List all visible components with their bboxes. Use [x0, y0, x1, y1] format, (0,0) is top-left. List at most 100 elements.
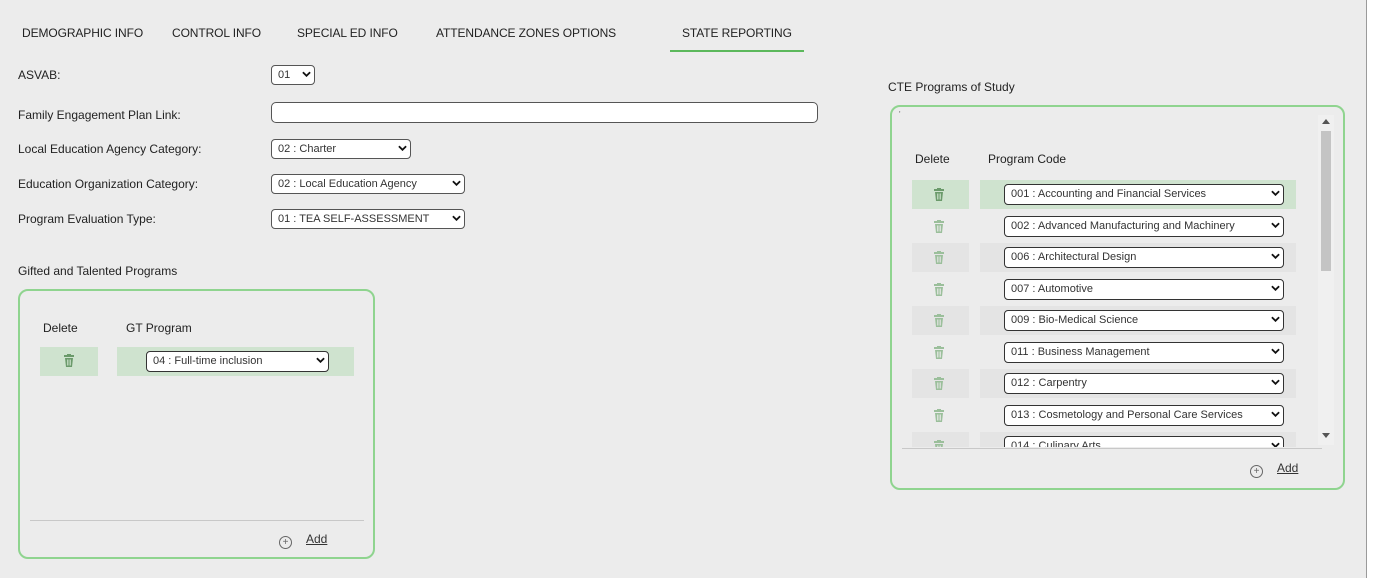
chevron-down-icon [1271, 316, 1280, 322]
cte-row-program-cell: 002 : Advanced Manufacturing and Machine… [980, 212, 1296, 241]
cte-col-delete: Delete [915, 152, 950, 166]
trash-icon[interactable] [933, 282, 945, 296]
tab-control-info[interactable]: CONTROL INFO [172, 24, 261, 52]
edorg-category-select[interactable]: 02 : Local Education Agency [271, 174, 465, 194]
trash-icon[interactable] [933, 251, 945, 264]
cte-program-select[interactable]: 012 : Carpentry [1004, 373, 1284, 394]
edorg-category-value: 02 : Local Education Agency [278, 178, 417, 190]
trash-icon[interactable] [933, 408, 945, 422]
cte-scrollbar[interactable] [1318, 115, 1334, 445]
asvab-select[interactable]: 01 [271, 65, 315, 85]
tab-demographic-info[interactable]: DEMOGRAPHIC INFO [22, 24, 143, 52]
gt-divider [30, 520, 364, 521]
plus-circle-icon: + [1250, 465, 1263, 478]
cte-program-select[interactable]: 006 : Architectural Design [1004, 247, 1284, 268]
cte-row-program-cell: 012 : Carpentry [980, 369, 1296, 398]
cte-program-value: 002 : Advanced Manufacturing and Machine… [1011, 219, 1235, 232]
cte-row-delete-cell [912, 180, 969, 209]
edorg-category-label: Education Organization Category: [18, 177, 199, 191]
cte-divider [902, 448, 1322, 449]
cte-row-program-cell: 007 : Automotive [980, 275, 1296, 304]
gt-add-link[interactable]: Add [306, 532, 327, 546]
cte-row-delete-cell [912, 338, 969, 367]
cte-row-delete-cell [912, 401, 969, 430]
cte-row-program-cell: 011 : Business Management [980, 338, 1296, 367]
trash-icon[interactable] [933, 377, 945, 390]
lea-category-value: 02 : Charter [278, 143, 337, 155]
cte-program-select[interactable]: 013 : Cosmetology and Personal Care Serv… [1004, 404, 1284, 426]
cte-program-value: 001 : Accounting and Financial Services [1011, 188, 1207, 200]
chevron-down-icon [1271, 284, 1280, 291]
tab-state-reporting[interactable]: STATE REPORTING [670, 24, 804, 52]
chevron-down-icon [1271, 347, 1280, 354]
cte-scroll-thumb[interactable] [1321, 131, 1331, 271]
cte-program-value: 014 : Culinary Arts [1011, 440, 1101, 447]
asvab-label: ASVAB: [18, 68, 61, 82]
chevron-down-icon [1271, 410, 1280, 417]
cte-program-select[interactable]: 011 : Business Management [1004, 341, 1284, 363]
lea-category-label: Local Education Agency Category: [18, 142, 202, 156]
gt-add-action[interactable]: + Add [279, 532, 327, 549]
trash-icon[interactable] [933, 345, 945, 359]
trash-icon[interactable] [63, 354, 75, 367]
cte-row-delete-cell [912, 275, 969, 304]
chevron-down-icon [1271, 442, 1280, 447]
page-frame: DEMOGRAPHIC INFO CONTROL INFO SPECIAL ED… [0, 0, 1367, 578]
chevron-down-icon [1271, 379, 1280, 385]
trash-icon[interactable] [933, 219, 945, 233]
program-eval-value: 01 : TEA SELF-ASSESSMENT [278, 213, 430, 225]
scroll-up-icon[interactable] [1322, 118, 1330, 124]
cte-program-select[interactable]: 007 : Automotive [1004, 278, 1284, 300]
chevron-down-icon [1271, 221, 1280, 228]
cte-program-value: 012 : Carpentry [1011, 377, 1087, 389]
scroll-down-icon[interactable] [1322, 433, 1330, 439]
cte-program-select[interactable]: 001 : Accounting and Financial Services [1004, 184, 1284, 205]
cte-program-value: 011 : Business Management [1011, 345, 1150, 358]
chevron-down-icon [316, 357, 325, 363]
cte-program-select[interactable]: 009 : Bio-Medical Science [1004, 310, 1284, 331]
family-engagement-label: Family Engagement Plan Link: [18, 108, 181, 122]
gt-panel: Delete GT Program 04 : Full-time inclusi… [18, 289, 375, 559]
cte-section-title: CTE Programs of Study [888, 80, 1015, 94]
cte-table-viewport: Delete Program Code 001 : Accounting and… [892, 107, 1302, 447]
chevron-down-icon [452, 180, 461, 186]
cte-program-select[interactable]: 002 : Advanced Manufacturing and Machine… [1004, 215, 1284, 237]
chevron-down-icon [302, 71, 311, 77]
tab-special-ed-info[interactable]: SPECIAL ED INFO [297, 24, 398, 52]
cte-panel: ' Delete Program Code 001 : Accounting a… [890, 105, 1345, 490]
cte-program-value: 007 : Automotive [1011, 282, 1093, 295]
cte-row-program-cell: 001 : Accounting and Financial Services [980, 180, 1296, 209]
chevron-down-icon [452, 215, 461, 221]
gt-program-select[interactable]: 04 : Full-time inclusion [146, 351, 329, 372]
chevron-down-icon [1271, 253, 1280, 259]
cte-row-delete-cell [912, 212, 969, 241]
cte-row-program-cell: 006 : Architectural Design [980, 243, 1296, 272]
asvab-value: 01 [278, 69, 291, 81]
cte-row-delete-cell [912, 306, 969, 335]
program-eval-select[interactable]: 01 : TEA SELF-ASSESSMENT [271, 209, 465, 229]
gt-section-title: Gifted and Talented Programs [18, 264, 178, 278]
lea-category-select[interactable]: 02 : Charter [271, 139, 411, 159]
gt-row-program-cell: 04 : Full-time inclusion [117, 347, 354, 376]
cte-program-select[interactable]: 014 : Culinary Arts [1004, 436, 1284, 447]
gt-program-value: 04 : Full-time inclusion [153, 355, 263, 367]
cte-row-delete-cell [912, 369, 969, 398]
cte-col-program: Program Code [988, 152, 1067, 166]
cte-add-link[interactable]: Add [1277, 461, 1298, 475]
family-engagement-input[interactable] [271, 102, 818, 123]
trash-icon[interactable] [933, 440, 945, 447]
cte-row-program-cell: 009 : Bio-Medical Science [980, 306, 1296, 335]
cte-row-program-cell: 014 : Culinary Arts [980, 432, 1296, 447]
cte-program-value: 009 : Bio-Medical Science [1011, 314, 1139, 326]
gt-col-delete: Delete [43, 321, 78, 335]
cte-row-delete-cell [912, 432, 969, 447]
chevron-down-icon [1271, 190, 1280, 196]
cte-program-value: 013 : Cosmetology and Personal Care Serv… [1011, 408, 1243, 421]
tab-attendance-zones-options[interactable]: ATTENDANCE ZONES OPTIONS [436, 24, 616, 52]
cte-add-action[interactable]: + Add [1250, 461, 1298, 478]
plus-circle-icon: + [279, 536, 292, 549]
trash-icon[interactable] [933, 188, 945, 201]
cte-program-value: 006 : Architectural Design [1011, 251, 1137, 263]
trash-icon[interactable] [933, 314, 945, 327]
program-eval-label: Program Evaluation Type: [18, 212, 156, 226]
